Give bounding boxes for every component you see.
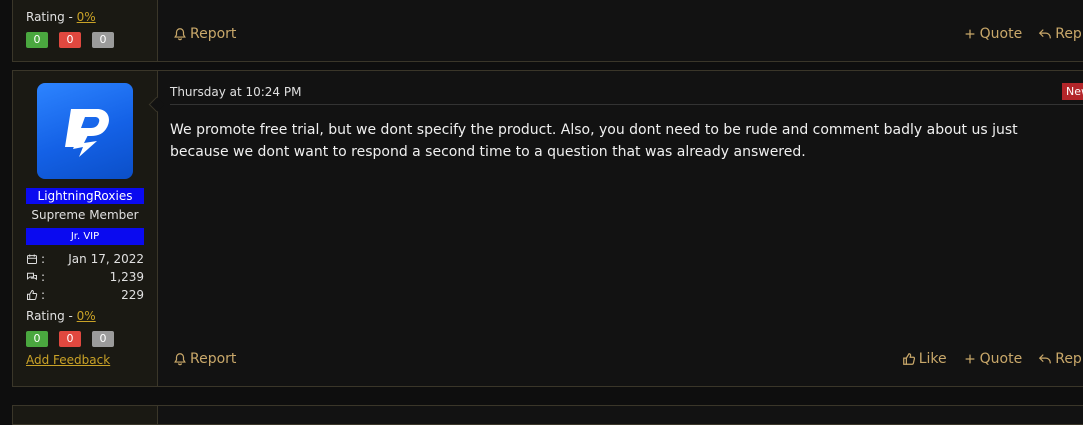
bell-icon [174,353,186,366]
rating-badges: 0 0 0 [26,32,114,48]
rating-line: Rating - 0% [26,309,96,323]
rating-line: Rating - 0% [26,10,96,24]
post: LightningRoxies Supreme Member Jr. VIP :… [12,70,1083,387]
reply-icon [1039,29,1052,39]
rating-label: Rating - [26,309,77,323]
previous-post-user-column: Rating - 0% 0 0 0 [13,0,158,61]
stat-separator: : [41,270,46,284]
messages-stat: : 1,239 [26,270,144,284]
add-feedback-link[interactable]: Add Feedback [26,353,110,367]
report-label: Report [190,351,237,367]
joined-date: Jan 17, 2022 [68,252,144,266]
plus-icon [965,354,975,364]
report-button[interactable]: Report [173,351,236,367]
lightning-logo [65,109,109,157]
stat-separator: : [41,252,46,266]
neutral-rating-badge: 0 [92,32,114,48]
post-actions-left: Report [173,26,236,42]
quote-button[interactable]: Quote [963,26,1023,42]
like-button[interactable]: Like [902,351,947,367]
header-divider [170,104,1083,105]
reaction-score: 229 [121,288,144,302]
positive-rating-badge: 0 [26,331,48,347]
next-post [12,405,1083,425]
plus-icon [965,29,975,39]
post-actions-right: Like Quote Reply [902,351,1083,367]
post-actions-left: Report [173,351,236,367]
rating-label: Rating - [26,10,77,24]
reply-icon [1039,354,1052,364]
user-title: Supreme Member [31,208,139,222]
avatar[interactable] [37,83,133,179]
reply-label: Reply [1055,26,1083,42]
previous-post-message-column: Report Quote Reply [158,0,1083,61]
positive-rating-badge: 0 [26,32,48,48]
reply-button[interactable]: Reply [1038,351,1083,367]
bell-icon [174,28,186,41]
report-button[interactable]: Report [173,26,236,42]
rating-badges: 0 0 0 [26,331,114,347]
quote-label: Quote [979,351,1023,367]
joined-stat: : Jan 17, 2022 [26,252,144,266]
neutral-rating-badge: 0 [92,331,114,347]
negative-rating-badge: 0 [59,32,81,48]
user-info-column: LightningRoxies Supreme Member Jr. VIP :… [13,71,158,386]
rating-percent-link[interactable]: 0% [77,309,96,323]
message-column: Thursday at 10:24 PM New We promote free… [158,71,1083,386]
reactions-icon [27,290,38,300]
post-actions-right: Quote Reply [963,26,1083,42]
previous-post: Rating - 0% 0 0 0 Report Quote Reply [12,0,1083,62]
messages-icon [27,272,37,281]
new-badge: New [1062,83,1083,100]
message-body: We promote free trial, but we dont speci… [170,122,1018,160]
report-label: Report [190,26,237,42]
message-count: 1,239 [109,270,144,284]
negative-rating-badge: 0 [59,331,81,347]
reply-button[interactable]: Reply [1038,26,1083,42]
rating-percent-link[interactable]: 0% [77,10,96,24]
user-banner: Jr. VIP [26,228,144,245]
like-label: Like [918,351,947,367]
reactions-stat: : 229 [26,288,144,302]
calendar-icon [27,254,37,264]
reply-label: Reply [1055,351,1083,367]
post-timestamp[interactable]: Thursday at 10:24 PM [170,85,301,99]
stat-separator: : [41,288,46,302]
username-link[interactable]: LightningRoxies [26,188,144,204]
thumbs-up-icon [902,353,915,365]
quote-button[interactable]: Quote [963,351,1023,367]
quote-label: Quote [979,26,1023,42]
next-post-user-column [13,406,158,424]
